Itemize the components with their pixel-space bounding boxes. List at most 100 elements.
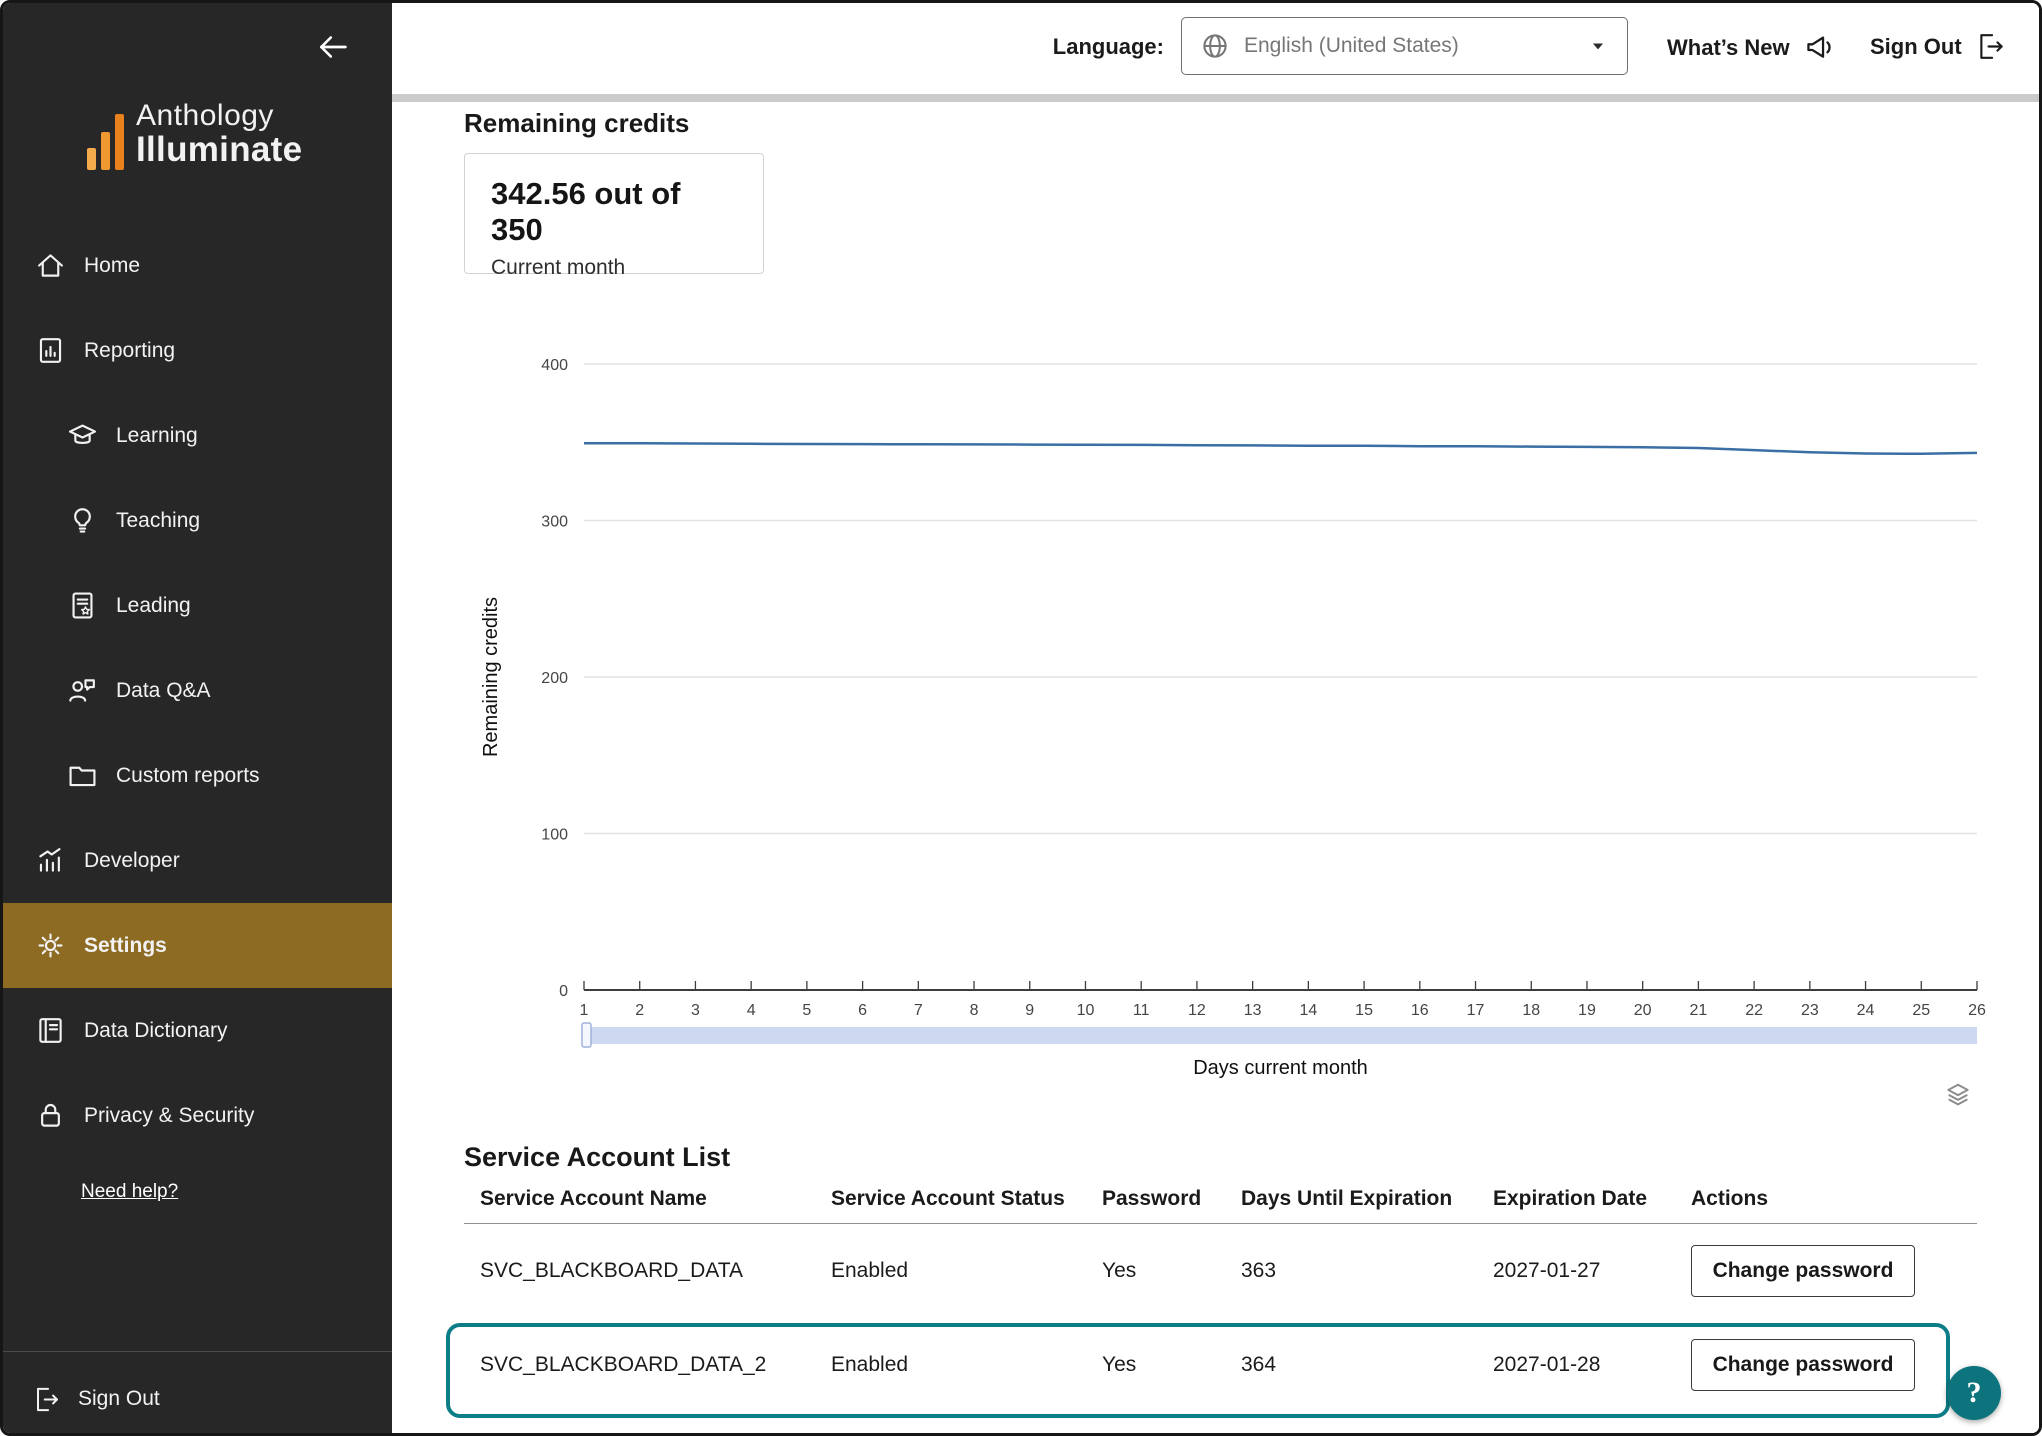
whats-new-link[interactable]: What’s New [1667,31,1837,64]
reporting-icon [35,335,66,366]
sign-out-label: Sign Out [1870,34,1962,60]
service-account-table: Service Account NameService Account Stat… [464,1174,1977,1412]
sidebar-divider [3,1351,392,1352]
service-account-name: SVC_BLACKBOARD_DATA_2 [464,1353,831,1377]
svg-text:14: 14 [1299,1002,1317,1019]
table-body: SVC_BLACKBOARD_DATAEnabledYes3632027-01-… [464,1224,1977,1412]
dictionary-icon [35,1015,66,1046]
change-password-button[interactable]: Change password [1691,1339,1915,1391]
days-until-expiration-cell: 364 [1241,1353,1493,1377]
sidebar-item-privacy-security[interactable]: Privacy & Security [3,1073,392,1158]
svg-text:22: 22 [1745,1002,1763,1019]
column-header-expiration-date: Expiration Date [1493,1187,1691,1211]
sign-out-button[interactable]: Sign Out [1870,31,2007,62]
service-account-status: Enabled [831,1259,1102,1283]
main-content: Remaining credits 342.56 out of 350 Curr… [392,94,2039,1436]
svg-text:200: 200 [541,670,568,687]
sidebar-item-data-q-a[interactable]: Data Q&A [3,648,392,733]
folder-icon [67,760,98,791]
app-window: Anthology Illuminate Home Reporting Learni… [0,0,2042,1436]
svg-text:24: 24 [1857,1002,1875,1019]
chart-layers-button[interactable] [1944,1078,1978,1112]
credits-caption: Current month [491,256,737,280]
days-until-expiration-cell: 363 [1241,1259,1493,1283]
password-cell: Yes [1102,1353,1241,1377]
developer-icon [35,845,66,876]
sidebar-item-learning[interactable]: Learning [3,393,392,478]
arrow-left-icon [314,28,358,66]
sidebar-item-label: Leading [116,594,191,618]
language-selected-value: English (United States) [1244,34,1459,58]
sidebar-item-reporting[interactable]: Reporting [3,308,392,393]
sidebar: Anthology Illuminate Home Reporting Learni… [3,3,392,1433]
learning-icon [67,420,98,451]
language-label: Language: [1042,34,1164,60]
actions-cell: Change password [1691,1339,1977,1391]
svg-text:400: 400 [541,357,568,374]
top-bar: Language: English (United States) What’s… [392,3,2039,94]
change-password-button[interactable]: Change password [1691,1245,1915,1297]
svg-text:19: 19 [1578,1002,1596,1019]
sidebar-item-custom-reports[interactable]: Custom reports [3,733,392,818]
globe-icon [1200,31,1230,61]
svg-text:8: 8 [970,1002,979,1019]
brand-illuminate: Illuminate [136,131,302,170]
sidebar-nav: Home Reporting Learning Teaching Leading Data… [3,223,392,1158]
language-dropdown[interactable]: English (United States) [1181,17,1628,75]
lock-icon [35,1100,66,1131]
sidebar-item-leading[interactable]: Leading [3,563,392,648]
svg-text:7: 7 [914,1002,923,1019]
column-header-service-account-status: Service Account Status [831,1187,1102,1211]
svg-text:11: 11 [1133,1002,1150,1019]
whats-new-label: What’s New [1667,35,1790,61]
collapse-sidebar-button[interactable] [314,25,358,69]
teaching-icon [67,505,98,536]
svg-text:18: 18 [1522,1002,1540,1019]
svg-text:100: 100 [541,827,568,844]
svg-text:17: 17 [1467,1002,1485,1019]
svg-text:3: 3 [691,1002,700,1019]
svg-text:20: 20 [1634,1002,1652,1019]
sidebar-item-data-dictionary[interactable]: Data Dictionary [3,988,392,1073]
sidebar-item-developer[interactable]: Developer [3,818,392,903]
svg-text:23: 23 [1801,1002,1819,1019]
svg-text:9: 9 [1025,1002,1034,1019]
layers-icon [1944,1081,1978,1109]
service-account-name: SVC_BLACKBOARD_DATA [464,1259,831,1283]
sidebar-item-label: Teaching [116,509,200,533]
chevron-down-icon [1587,35,1609,57]
password-cell: Yes [1102,1259,1241,1283]
sign-out-icon [1976,31,2007,62]
svg-text:13: 13 [1244,1002,1262,1019]
brand-text: Anthology Illuminate [136,101,302,170]
svg-text:26: 26 [1968,1002,1986,1019]
column-header-password: Password [1102,1187,1241,1211]
brand-anthology: Anthology [136,101,302,131]
actions-cell: Change password [1691,1245,1977,1297]
svg-text:5: 5 [802,1002,811,1019]
svg-text:300: 300 [541,514,568,531]
need-help-link[interactable]: Need help? [81,1181,178,1203]
svg-text:15: 15 [1355,1002,1373,1019]
svg-text:2: 2 [635,1002,644,1019]
sidebar-sign-out-button[interactable]: Sign Out [33,1371,160,1427]
remaining-credits-chart[interactable]: 0100200300400123456789101112131415161718… [452,334,1992,1094]
svg-text:Remaining credits: Remaining credits [480,597,502,757]
megaphone-icon [1804,31,1837,64]
brand-logo: Anthology Illuminate [87,101,302,170]
sidebar-item-home[interactable]: Home [3,223,392,308]
sidebar-item-label: Data Q&A [116,679,211,703]
sidebar-item-label: Learning [116,424,198,448]
svg-text:6: 6 [858,1002,867,1019]
svg-text:16: 16 [1411,1002,1429,1019]
help-button[interactable]: ? [1947,1366,2001,1420]
sidebar-item-settings[interactable]: Settings [3,903,392,988]
sidebar-item-teaching[interactable]: Teaching [3,478,392,563]
sidebar-sign-out-label: Sign Out [78,1387,160,1411]
sidebar-item-label: Home [84,254,140,278]
sidebar-item-label: Reporting [84,339,175,363]
svg-text:0: 0 [559,983,568,1000]
svg-text:Days current month: Days current month [1193,1057,1368,1079]
sidebar-item-label: Developer [84,849,180,873]
column-header-service-account-name: Service Account Name [464,1187,831,1211]
